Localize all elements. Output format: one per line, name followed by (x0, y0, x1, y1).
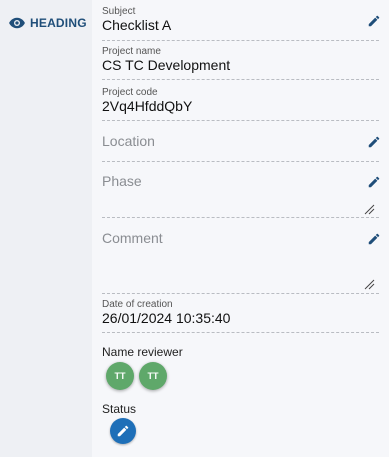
project-code-label: Project code (102, 87, 158, 98)
comment-field[interactable]: Comment (102, 230, 381, 294)
pencil-icon[interactable] (367, 175, 381, 189)
reviewer-label: Name reviewer (102, 345, 183, 359)
status-label: Status (102, 402, 137, 416)
comment-placeholder: Comment (102, 230, 163, 246)
pencil-icon[interactable] (367, 135, 381, 149)
date-of-creation-field: Date of creation 26/01/2024 10:35:40 (102, 299, 379, 333)
details-panel: Subject Checklist A Project name CS TC D… (92, 0, 389, 457)
left-sidebar: HEADING (0, 0, 92, 457)
resize-handle-icon[interactable] (363, 278, 375, 290)
status-edit-button[interactable] (110, 418, 136, 444)
heading-label: HEADING (30, 16, 87, 30)
subject-field[interactable]: Subject Checklist A (102, 6, 381, 41)
date-of-creation-value: 26/01/2024 10:35:40 (102, 310, 231, 326)
location-placeholder: Location (102, 133, 155, 149)
pencil-icon (117, 425, 129, 437)
avatar[interactable]: TT (139, 362, 167, 390)
avatar[interactable]: TT (106, 362, 134, 390)
heading-toggle[interactable]: HEADING (8, 14, 87, 32)
phase-placeholder: Phase (102, 173, 142, 189)
eye-icon (8, 14, 26, 32)
subject-value: Checklist A (102, 17, 172, 33)
project-code-value: 2Vq4HfddQbY (102, 98, 193, 114)
date-of-creation-label: Date of creation (102, 299, 173, 310)
pencil-icon[interactable] (367, 232, 381, 246)
project-code-field: Project code 2Vq4HfddQbY (102, 87, 379, 121)
phase-field[interactable]: Phase (102, 173, 381, 218)
project-name-label: Project name (102, 46, 161, 57)
location-field[interactable]: Location (102, 133, 381, 162)
project-name-field: Project name CS TC Development (102, 46, 379, 80)
subject-label: Subject (102, 6, 136, 17)
project-name-value: CS TC Development (102, 57, 231, 73)
resize-handle-icon[interactable] (363, 203, 375, 215)
pencil-icon[interactable] (367, 14, 381, 28)
